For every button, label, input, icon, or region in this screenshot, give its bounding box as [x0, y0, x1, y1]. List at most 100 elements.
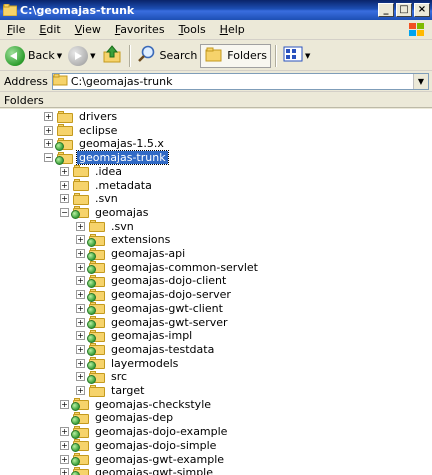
tree-item-label[interactable]: geomajas-dojo-simple — [93, 439, 218, 452]
expand-icon[interactable]: + — [44, 139, 53, 149]
svn-folder-icon — [87, 316, 105, 329]
folder-icon — [89, 384, 105, 397]
svn-folder-icon — [87, 370, 105, 384]
expand-icon[interactable]: + — [44, 125, 53, 135]
expand-icon[interactable]: + — [76, 303, 85, 313]
expand-icon[interactable]: + — [76, 344, 85, 354]
tree-item-label[interactable]: geomajas-testdata — [109, 343, 216, 356]
chevron-down-icon[interactable]: ▼ — [305, 52, 310, 60]
expand-icon[interactable]: + — [76, 262, 85, 272]
expand-icon[interactable]: + — [76, 386, 85, 395]
back-arrow-icon — [5, 45, 25, 66]
expand-icon[interactable]: + — [76, 249, 85, 258]
menu-tools[interactable]: Tools — [172, 23, 213, 36]
folder-icon — [73, 179, 89, 191]
expand-icon[interactable]: + — [60, 454, 69, 464]
expand-icon[interactable]: + — [76, 331, 85, 341]
tree-item-label[interactable]: layermodels — [109, 357, 180, 370]
svn-folder-icon — [87, 247, 105, 261]
tree-item-label[interactable]: geomajas-common-servlet — [109, 261, 260, 274]
svn-folder-icon — [87, 274, 105, 288]
svn-folder-icon — [71, 411, 89, 425]
expand-icon[interactable]: + — [60, 427, 69, 437]
expand-icon[interactable]: + — [60, 399, 69, 409]
maximize-button[interactable]: □ — [396, 3, 412, 17]
chevron-down-icon[interactable]: ▼ — [413, 74, 428, 89]
chevron-down-icon[interactable]: ▼ — [90, 52, 95, 60]
menu-help[interactable]: Help — [213, 23, 252, 36]
folders-icon — [204, 45, 224, 66]
tree-item-label[interactable]: .svn — [93, 192, 120, 205]
tree-item-label[interactable]: geomajas-dojo-server — [109, 288, 233, 301]
expand-icon[interactable]: + — [76, 276, 85, 286]
folder-icon — [89, 220, 105, 233]
svn-folder-icon — [87, 233, 105, 247]
tree-item-label[interactable]: .idea — [93, 165, 124, 178]
back-label: Back — [28, 49, 55, 62]
search-button[interactable]: Search — [134, 44, 201, 68]
expand-icon[interactable]: + — [60, 194, 69, 204]
tree-item-label[interactable]: geomajas-api — [109, 247, 187, 260]
folders-button[interactable]: Folders — [200, 43, 272, 68]
toolbar-separator — [128, 44, 130, 67]
folder-icon — [57, 110, 73, 123]
expand-icon[interactable]: + — [76, 235, 85, 245]
tree-item-label[interactable]: target — [109, 384, 146, 397]
menu-edit[interactable]: Edit — [32, 23, 67, 36]
tree-item-label[interactable]: geomajas-dep — [93, 411, 175, 424]
expand-icon[interactable]: + — [44, 112, 53, 121]
close-button[interactable]: × — [414, 3, 430, 17]
svn-folder-icon — [55, 137, 73, 151]
tree-item-label[interactable]: geomajas-trunk — [76, 150, 169, 166]
folders-pane-header: Folders — [0, 93, 432, 108]
tree-item-label[interactable]: geomajas-checkstyle — [93, 398, 213, 411]
collapse-icon[interactable]: − — [44, 153, 53, 163]
tree-item-label[interactable]: extensions — [109, 233, 172, 246]
svn-folder-icon — [55, 151, 73, 165]
tree-item-label[interactable]: eclipse — [77, 124, 119, 137]
tree-item-label[interactable]: .svn — [109, 220, 136, 233]
tree-item-label[interactable]: src — [109, 370, 129, 383]
tree-item-label[interactable]: drivers — [77, 110, 119, 123]
svn-folder-icon — [71, 206, 89, 220]
title-bar[interactable]: C:\geomajas-trunk _ □ × — [0, 0, 432, 20]
expand-icon[interactable]: + — [60, 180, 69, 190]
tree-item-label[interactable]: geomajas-gwt-server — [109, 316, 230, 329]
minimize-button[interactable]: _ — [378, 3, 394, 17]
menu-file[interactable]: File — [0, 23, 32, 36]
forward-button[interactable]: ▼ — [65, 44, 98, 68]
tree-item-label[interactable]: geomajas-impl — [109, 329, 194, 342]
tree-item-label[interactable]: geomajas-gwt-example — [93, 453, 226, 466]
tree-item-label[interactable]: .metadata — [93, 179, 154, 192]
svn-folder-icon — [71, 398, 89, 412]
svn-folder-icon — [87, 343, 105, 357]
svn-folder-icon — [87, 288, 105, 302]
menu-favorites[interactable]: Favorites — [108, 23, 172, 36]
folder-icon — [2, 3, 18, 17]
menu-view[interactable]: View — [68, 23, 108, 36]
tree-item-label[interactable]: geomajas-gwt-client — [109, 302, 225, 315]
address-input[interactable]: C:\geomajas-trunk ▼ — [51, 73, 429, 90]
expand-icon[interactable]: + — [60, 440, 69, 450]
expand-icon[interactable]: + — [76, 290, 85, 300]
expand-icon[interactable]: + — [76, 372, 85, 382]
expand-icon[interactable]: + — [76, 221, 85, 231]
explorer-window: C:\geomajas-trunk _ □ × File Edit View F… — [0, 0, 432, 475]
tree-row[interactable]: + geomajas-gwt-simple — [60, 465, 215, 475]
up-folder-button[interactable] — [99, 44, 125, 68]
tree-item-label[interactable]: geomajas-gwt-simple — [93, 466, 215, 475]
windows-logo-icon — [406, 21, 428, 39]
chevron-down-icon[interactable]: ▼ — [57, 52, 62, 60]
expand-icon[interactable]: + — [76, 317, 85, 327]
tree-item-label[interactable]: geomajas — [93, 206, 150, 219]
expand-icon[interactable]: + — [60, 468, 69, 475]
tree-item-label[interactable]: geomajas-1.5.x — [77, 137, 166, 150]
views-button[interactable]: ▼ — [280, 44, 313, 68]
tree-item-label[interactable]: geomajas-dojo-client — [109, 274, 228, 287]
tree-item-label[interactable]: geomajas-dojo-example — [93, 425, 229, 438]
expand-icon[interactable]: + — [76, 358, 85, 368]
back-button[interactable]: Back ▼ — [2, 44, 65, 68]
collapse-icon[interactable]: − — [60, 207, 69, 217]
folder-tree[interactable]: + drivers + eclipse + geomajas-1.5.x − geomajas… — [0, 109, 432, 475]
expand-icon[interactable]: + — [60, 166, 69, 176]
